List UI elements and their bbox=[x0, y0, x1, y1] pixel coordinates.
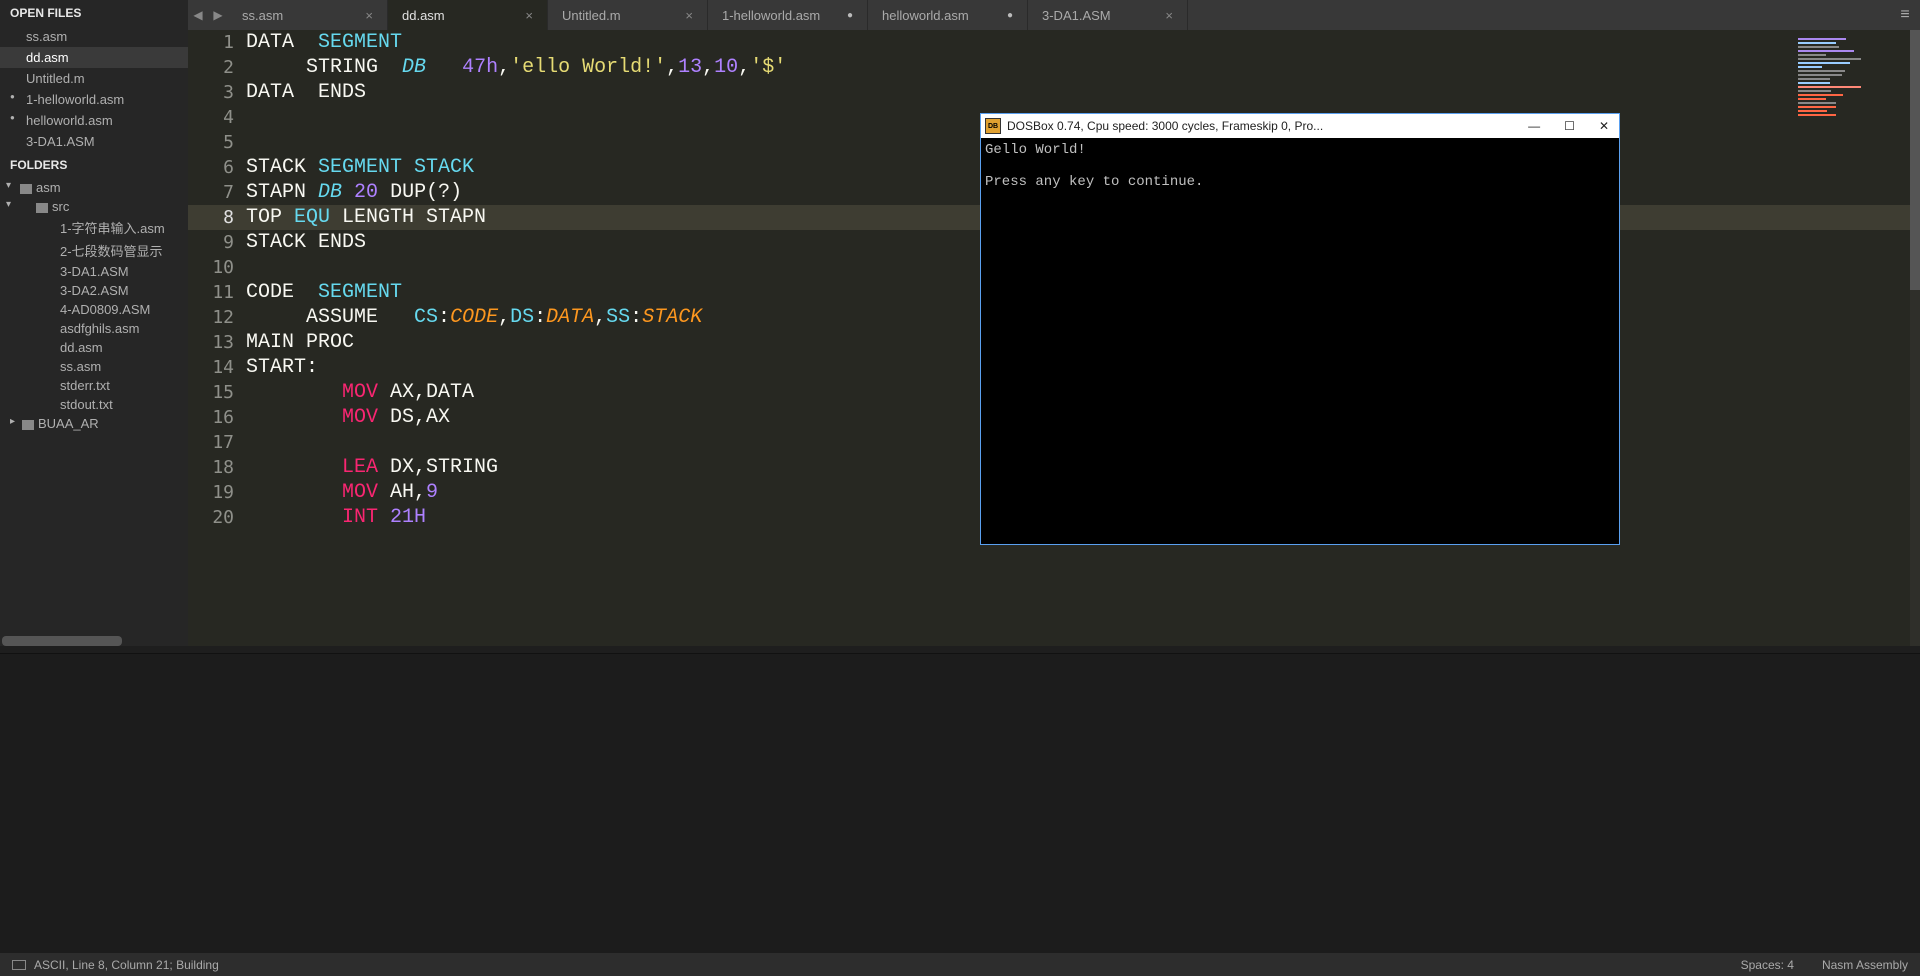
open-file-item[interactable]: Untitled.m bbox=[0, 68, 188, 89]
folder-label: src bbox=[52, 199, 69, 214]
status-bar: ASCII, Line 8, Column 21; Building Space… bbox=[0, 953, 1920, 976]
tree-file-item[interactable]: stderr.txt bbox=[0, 376, 188, 395]
tree-file-item[interactable]: 1-字符串输入.asm bbox=[0, 216, 188, 239]
tab-nav-prev-icon[interactable]: ◀ bbox=[188, 0, 208, 30]
open-file-item[interactable]: 1-helloworld.asm bbox=[0, 89, 188, 110]
folder-label: asm bbox=[36, 180, 61, 195]
folder-icon bbox=[20, 184, 32, 194]
folder-root[interactable]: asm bbox=[0, 178, 188, 197]
tab-bar: ◀ ▶ ss.asm × dd.asm × Untitled.m × 1-helloworl… bbox=[188, 0, 1920, 30]
close-icon[interactable]: × bbox=[1165, 8, 1173, 23]
status-syntax[interactable]: Nasm Assembly bbox=[1822, 958, 1908, 972]
line-number: 10 bbox=[188, 255, 234, 280]
line-number: 9 bbox=[188, 230, 234, 255]
code-line[interactable]: STRING DB 47h,'ello World!',13,10,'$' bbox=[246, 55, 1920, 80]
dosbox-title-text: DOSBox 0.74, Cpu speed: 3000 cycles, Fra… bbox=[1007, 119, 1528, 133]
tab[interactable]: ss.asm × bbox=[228, 0, 388, 30]
line-number: 8 bbox=[188, 205, 234, 230]
line-number: 12 bbox=[188, 305, 234, 330]
tree-file-item[interactable]: 4-AD0809.ASM bbox=[0, 300, 188, 319]
tab-label: helloworld.asm bbox=[882, 8, 969, 23]
dirty-indicator-icon[interactable]: ● bbox=[1007, 10, 1013, 21]
tab[interactable]: dd.asm × bbox=[388, 0, 548, 30]
folder-icon bbox=[22, 420, 34, 430]
minimap[interactable] bbox=[1798, 38, 1908, 138]
tab-label: Untitled.m bbox=[562, 8, 621, 23]
tab[interactable]: 3-DA1.ASM × bbox=[1028, 0, 1188, 30]
scrollbar-thumb[interactable] bbox=[1910, 30, 1920, 290]
tree-file-item[interactable]: 3-DA2.ASM bbox=[0, 281, 188, 300]
line-number: 16 bbox=[188, 405, 234, 430]
line-number: 7 bbox=[188, 180, 234, 205]
tab[interactable]: helloworld.asm ● bbox=[868, 0, 1028, 30]
dosbox-icon: DB bbox=[985, 118, 1001, 134]
tab-nav-next-icon[interactable]: ▶ bbox=[208, 0, 228, 30]
dosbox-window[interactable]: DB DOSBox 0.74, Cpu speed: 3000 cycles, … bbox=[980, 113, 1620, 545]
folders-header: FOLDERS bbox=[0, 152, 188, 178]
tab[interactable]: 1-helloworld.asm ● bbox=[708, 0, 868, 30]
code-line[interactable]: DATA SEGMENT bbox=[246, 30, 1920, 55]
folder-src[interactable]: src bbox=[0, 197, 188, 216]
line-number: 1 bbox=[188, 30, 234, 55]
close-icon[interactable]: × bbox=[365, 8, 373, 23]
line-number: 2 bbox=[188, 55, 234, 80]
line-number: 17 bbox=[188, 430, 234, 455]
status-spaces[interactable]: Spaces: 4 bbox=[1741, 958, 1794, 972]
sidebar-hscroll[interactable] bbox=[2, 636, 122, 646]
folder-buaa[interactable]: BUAA_AR bbox=[0, 414, 188, 433]
tab[interactable]: Untitled.m × bbox=[548, 0, 708, 30]
close-icon[interactable]: × bbox=[685, 8, 693, 23]
close-icon[interactable]: ✕ bbox=[1599, 119, 1609, 133]
tree-file-item[interactable]: 2-七段数码管显示 bbox=[0, 239, 188, 262]
gutter: 1234567891011121314151617181920 bbox=[188, 30, 246, 646]
line-number: 4 bbox=[188, 105, 234, 130]
dosbox-output: Gello World! Press any key to continue. bbox=[981, 138, 1619, 194]
minimize-icon[interactable]: — bbox=[1528, 119, 1540, 133]
line-number: 3 bbox=[188, 80, 234, 105]
tab-label: ss.asm bbox=[242, 8, 283, 23]
tree-file-item[interactable]: 3-DA1.ASM bbox=[0, 262, 188, 281]
tree-file-item[interactable]: asdfghils.asm bbox=[0, 319, 188, 338]
folder-icon bbox=[36, 203, 48, 213]
code-line[interactable]: DATA ENDS bbox=[246, 80, 1920, 105]
open-file-item[interactable]: 3-DA1.ASM bbox=[0, 131, 188, 152]
tab-label: 3-DA1.ASM bbox=[1042, 8, 1111, 23]
line-number: 20 bbox=[188, 505, 234, 530]
sidebar: OPEN FILES ss.asmdd.asmUntitled.m1-hello… bbox=[0, 0, 188, 646]
line-number: 6 bbox=[188, 155, 234, 180]
open-file-item[interactable]: helloworld.asm bbox=[0, 110, 188, 131]
tree-file-item[interactable]: stdout.txt bbox=[0, 395, 188, 414]
vertical-scrollbar[interactable] bbox=[1910, 30, 1920, 646]
open-file-item[interactable]: dd.asm bbox=[0, 47, 188, 68]
tab-label: 1-helloworld.asm bbox=[722, 8, 820, 23]
status-box-icon[interactable] bbox=[12, 960, 26, 970]
line-number: 5 bbox=[188, 130, 234, 155]
line-number: 11 bbox=[188, 280, 234, 305]
tree-file-item[interactable]: ss.asm bbox=[0, 357, 188, 376]
tab-label: dd.asm bbox=[402, 8, 445, 23]
dosbox-titlebar[interactable]: DB DOSBox 0.74, Cpu speed: 3000 cycles, … bbox=[981, 114, 1619, 138]
dirty-indicator-icon[interactable]: ● bbox=[847, 10, 853, 21]
open-file-item[interactable]: ss.asm bbox=[0, 26, 188, 47]
line-number: 14 bbox=[188, 355, 234, 380]
line-number: 19 bbox=[188, 480, 234, 505]
build-console[interactable] bbox=[0, 653, 1920, 953]
line-number: 13 bbox=[188, 330, 234, 355]
tree-file-item[interactable]: dd.asm bbox=[0, 338, 188, 357]
status-position[interactable]: ASCII, Line 8, Column 21; Building bbox=[34, 958, 219, 972]
close-icon[interactable]: × bbox=[525, 8, 533, 23]
folder-label: BUAA_AR bbox=[38, 416, 99, 431]
menu-icon[interactable]: ≡ bbox=[1890, 0, 1920, 30]
line-number: 15 bbox=[188, 380, 234, 405]
maximize-icon[interactable]: ☐ bbox=[1564, 119, 1575, 133]
line-number: 18 bbox=[188, 455, 234, 480]
open-files-header: OPEN FILES bbox=[0, 0, 188, 26]
